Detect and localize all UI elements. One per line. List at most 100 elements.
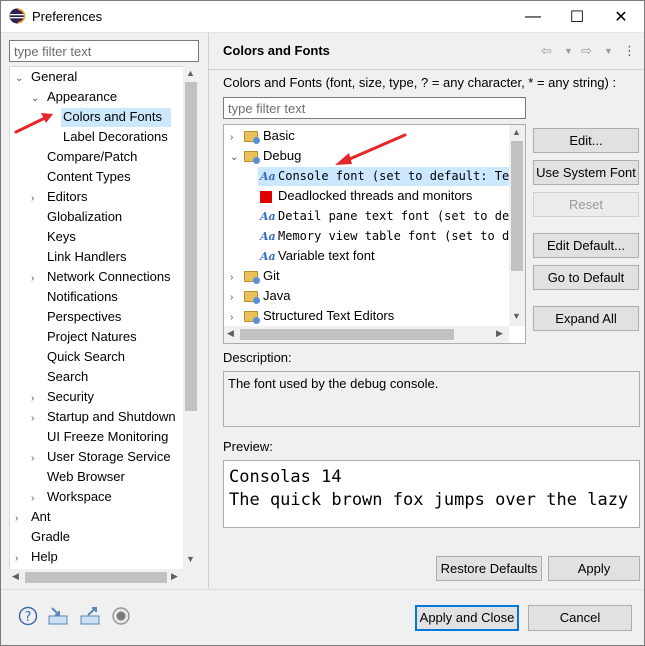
tree-item[interactable]: Compare/Patch (31, 147, 137, 167)
scroll-down-icon[interactable]: ▼ (186, 554, 195, 564)
tree-item[interactable]: Gradle (15, 527, 70, 547)
use-system-font-button[interactable]: Use System Font (533, 160, 639, 185)
tree-item[interactable]: Keys (31, 227, 76, 247)
color-font-item[interactable]: Aa Variable text font (260, 246, 375, 266)
collapse-chevron-icon[interactable]: › (31, 409, 41, 429)
right-tree-horizontal-scrollbar[interactable]: ◀ ▶ (224, 326, 509, 343)
color-font-item[interactable]: › Git (230, 266, 280, 286)
tree-item[interactable]: › Editors (31, 187, 87, 207)
tree-item-label: Network Connections (47, 269, 171, 284)
color-font-item[interactable]: › Structured Text Editors (230, 306, 394, 326)
tree-item[interactable]: Quick Search (31, 347, 125, 367)
tree-item[interactable]: Colors and Fonts (47, 107, 162, 127)
color-swatch-icon (260, 190, 272, 203)
left-scroll-thumb[interactable] (185, 82, 197, 411)
back-dropdown-icon[interactable]: ▼ (564, 46, 573, 56)
collapse-chevron-icon[interactable]: › (15, 509, 25, 529)
edit-button[interactable]: Edit... (533, 128, 639, 153)
color-font-item[interactable]: Aa Detail pane text font (set to def (260, 206, 516, 226)
go-to-default-button[interactable]: Go to Default (533, 265, 639, 290)
category-folder-icon (244, 291, 260, 305)
back-icon[interactable]: ⇦ (541, 43, 552, 59)
maximize-button[interactable]: ☐ (555, 1, 599, 32)
collapse-chevron-icon[interactable]: › (230, 268, 240, 288)
collapse-chevron-icon[interactable]: › (31, 389, 41, 409)
collapse-chevron-icon[interactable]: › (31, 449, 41, 469)
right-hscroll-thumb[interactable] (240, 329, 454, 340)
window-title: Preferences (32, 9, 103, 24)
collapse-chevron-icon[interactable]: › (31, 269, 41, 289)
tree-item[interactable]: ⌄ General (15, 67, 77, 87)
color-font-item[interactable]: › Java (230, 286, 290, 306)
right-filter-input[interactable]: type filter text (223, 97, 526, 119)
collapse-chevron-icon[interactable]: › (31, 489, 41, 509)
collapse-chevron-icon[interactable]: › (230, 308, 240, 328)
left-tree-vertical-scrollbar[interactable]: ▲ ▼ (183, 66, 199, 570)
eclipse-logo-icon (9, 8, 25, 24)
cancel-button[interactable]: Cancel (528, 605, 632, 631)
expand-all-button[interactable]: Expand All (533, 306, 639, 331)
edit-default-button[interactable]: Edit Default... (533, 233, 639, 258)
left-hscroll-thumb[interactable] (25, 572, 167, 583)
record-icon[interactable] (110, 605, 132, 627)
preview-box: Consolas 14 The quick brown fox jumps ov… (223, 460, 640, 528)
import-icon[interactable] (47, 605, 69, 627)
collapse-chevron-icon[interactable]: › (230, 288, 240, 308)
scroll-up-icon[interactable]: ▲ (512, 127, 521, 137)
apply-button[interactable]: Apply (548, 556, 640, 581)
forward-dropdown-icon[interactable]: ▼ (604, 46, 613, 56)
forward-icon[interactable]: ⇨ (581, 43, 592, 59)
tree-item-label: Security (47, 389, 94, 404)
color-font-item-label: Debug (263, 148, 302, 163)
collapse-chevron-icon[interactable]: › (31, 189, 41, 209)
color-font-item[interactable]: ⌄ Debug (230, 146, 301, 166)
close-button[interactable]: ✕ (599, 1, 643, 32)
expand-chevron-icon[interactable]: ⌄ (230, 148, 240, 168)
tree-item[interactable]: Perspectives (31, 307, 121, 327)
scroll-down-icon[interactable]: ▼ (512, 311, 521, 321)
help-icon[interactable]: ? (17, 605, 39, 627)
scroll-right-icon[interactable]: ▶ (496, 328, 503, 339)
tree-item[interactable]: ⌄ Appearance (31, 87, 117, 107)
tree-item[interactable]: › Workspace (31, 487, 112, 507)
collapse-chevron-icon[interactable]: › (230, 128, 240, 148)
color-font-item[interactable]: Deadlocked threads and monitors (260, 186, 472, 206)
color-font-item-label: Deadlocked threads and monitors (278, 188, 473, 203)
export-icon[interactable] (79, 605, 101, 627)
tree-item[interactable]: Project Natures (31, 327, 137, 347)
reset-button[interactable]: Reset (533, 192, 639, 217)
right-scroll-thumb[interactable] (511, 141, 523, 271)
expand-chevron-icon[interactable]: ⌄ (15, 69, 25, 89)
color-font-item[interactable]: Aa Memory view table font (set to de (260, 226, 516, 246)
tree-item[interactable]: › Network Connections (31, 267, 171, 287)
tree-item[interactable]: › Security (31, 387, 94, 407)
apply-and-close-button[interactable]: Apply and Close (415, 605, 519, 631)
tree-item[interactable]: Content Types (31, 167, 131, 187)
left-tree-horizontal-scrollbar[interactable]: ◀ ▶ (9, 569, 199, 586)
scroll-left-icon[interactable]: ◀ (12, 571, 19, 582)
left-filter-input[interactable]: type filter text (9, 40, 199, 62)
tree-item[interactable]: UI Freeze Monitoring (31, 427, 168, 447)
category-folder-icon (244, 131, 260, 145)
color-font-item[interactable]: › Basic (230, 126, 295, 146)
restore-defaults-button[interactable]: Restore Defaults (436, 556, 542, 581)
tree-item[interactable]: Globalization (31, 207, 122, 227)
view-menu-icon[interactable]: ⋮ (623, 43, 636, 59)
right-tree-vertical-scrollbar[interactable]: ▲ ▼ (509, 125, 525, 326)
tree-item[interactable]: › User Storage Service (31, 447, 171, 467)
scroll-left-icon[interactable]: ◀ (227, 328, 234, 339)
tree-item[interactable]: Notifications (31, 287, 118, 307)
collapse-chevron-icon[interactable]: › (15, 549, 25, 569)
tree-item[interactable]: Web Browser (31, 467, 125, 487)
scroll-up-icon[interactable]: ▲ (186, 68, 195, 78)
tree-item[interactable]: Search (31, 367, 88, 387)
tree-item[interactable]: Link Handlers (31, 247, 127, 267)
pane-divider[interactable] (208, 33, 209, 588)
scroll-right-icon[interactable]: ▶ (171, 571, 178, 582)
expand-chevron-icon[interactable]: ⌄ (31, 89, 41, 109)
tree-item[interactable]: › Help (15, 547, 58, 567)
minimize-button[interactable]: — (511, 1, 555, 32)
tree-item[interactable]: Label Decorations (47, 127, 168, 147)
tree-item[interactable]: › Ant (15, 507, 51, 527)
tree-item[interactable]: › Startup and Shutdown (31, 407, 176, 427)
